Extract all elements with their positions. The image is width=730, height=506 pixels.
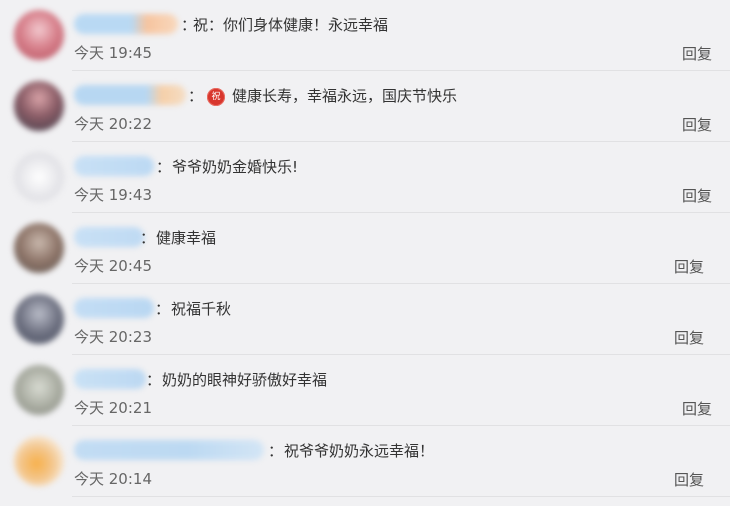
comment-body: 爷爷奶奶金婚快乐! [172,158,299,176]
avatar[interactable] [14,223,64,273]
comment-item: ： 祝健康长寿，幸福永远，国庆节快乐 今天 20:22 回复 [0,71,730,142]
reply-button[interactable]: 回复 [682,399,712,419]
divider [72,496,730,497]
colon-separator: ： [146,371,162,389]
comment-time: 今天 20:23 [74,328,152,346]
comment-text: 祝福千秋 [171,298,231,320]
colon-separator: ： [268,442,284,460]
reply-button[interactable]: 回复 [682,44,712,64]
comment-body: 祝福千秋 [171,300,232,318]
username[interactable] [74,14,178,34]
comment-item: ： 爷爷奶奶金婚快乐! 今天 19:43 回复 [0,142,730,213]
comment-body: 祝爷爷奶奶永远幸福！ [284,442,435,460]
reply-button[interactable]: 回复 [674,257,704,277]
comment-item: ： 奶奶的眼神好骄傲好幸福 今天 20:21 回复 [0,355,730,426]
comment-time: 今天 20:22 [74,115,152,133]
username[interactable] [74,85,186,105]
comment-text: 健康幸福 [156,227,216,249]
comment-time: 今天 20:45 [74,257,152,275]
avatar[interactable] [14,365,64,415]
username[interactable] [74,369,146,389]
comment-time: 今天 20:21 [74,399,152,417]
reply-button[interactable]: 回复 [682,115,712,135]
comment-item: ： 祝：你们身体健康！永远幸福 今天 19:45 回复 [0,0,730,71]
username[interactable] [74,156,154,176]
comment-item: ： 祝爷爷奶奶永远幸福！ 今天 20:14 回复 [0,426,730,497]
avatar[interactable] [14,294,64,344]
username[interactable] [74,440,264,460]
comment-list: ： 祝：你们身体健康！永远幸福 今天 19:45 回复 ： 祝健康长寿，幸福永远… [0,0,730,506]
username[interactable] [74,227,144,247]
avatar[interactable] [14,10,64,60]
comment-body: 健康长寿，幸福永远，国庆节快乐 [232,87,458,105]
comment-time: 今天 20:14 [74,470,152,488]
comment-text: 祝健康长寿，幸福永远，国庆节快乐 [207,85,457,107]
comment-body: 奶奶的眼神好骄傲好幸福 [162,371,328,389]
comment-item: ： 祝福千秋 今天 20:23 回复 [0,284,730,355]
colon-separator: ： [155,300,171,318]
colon-separator: ： [140,229,156,247]
reply-button[interactable]: 回复 [674,328,704,348]
comment-prefix: 祝： [193,16,224,34]
colon-separator: ： [188,87,204,105]
comment-body: 健康幸福 [156,229,217,247]
comment-text: 爷爷奶奶金婚快乐! [172,156,298,178]
comment-item: ： 健康幸福 今天 20:45 回复 [0,213,730,284]
comment-text: 奶奶的眼神好骄傲好幸福 [162,369,327,391]
colon-separator: ： [156,158,172,176]
avatar[interactable] [14,81,64,131]
comment-time: 今天 19:43 [74,186,152,204]
comment-text: 祝爷爷奶奶永远幸福！ [284,440,434,462]
blessing-badge-icon: 祝 [207,88,225,106]
avatar[interactable] [14,152,64,202]
username[interactable] [74,298,154,318]
reply-button[interactable]: 回复 [682,186,712,206]
reply-button[interactable]: 回复 [674,470,704,490]
avatar[interactable] [14,436,64,486]
comment-text: 祝：你们身体健康！永远幸福 [193,14,388,36]
comment-time: 今天 19:45 [74,44,152,62]
comment-body: 你们身体健康！永远幸福 [223,16,389,34]
